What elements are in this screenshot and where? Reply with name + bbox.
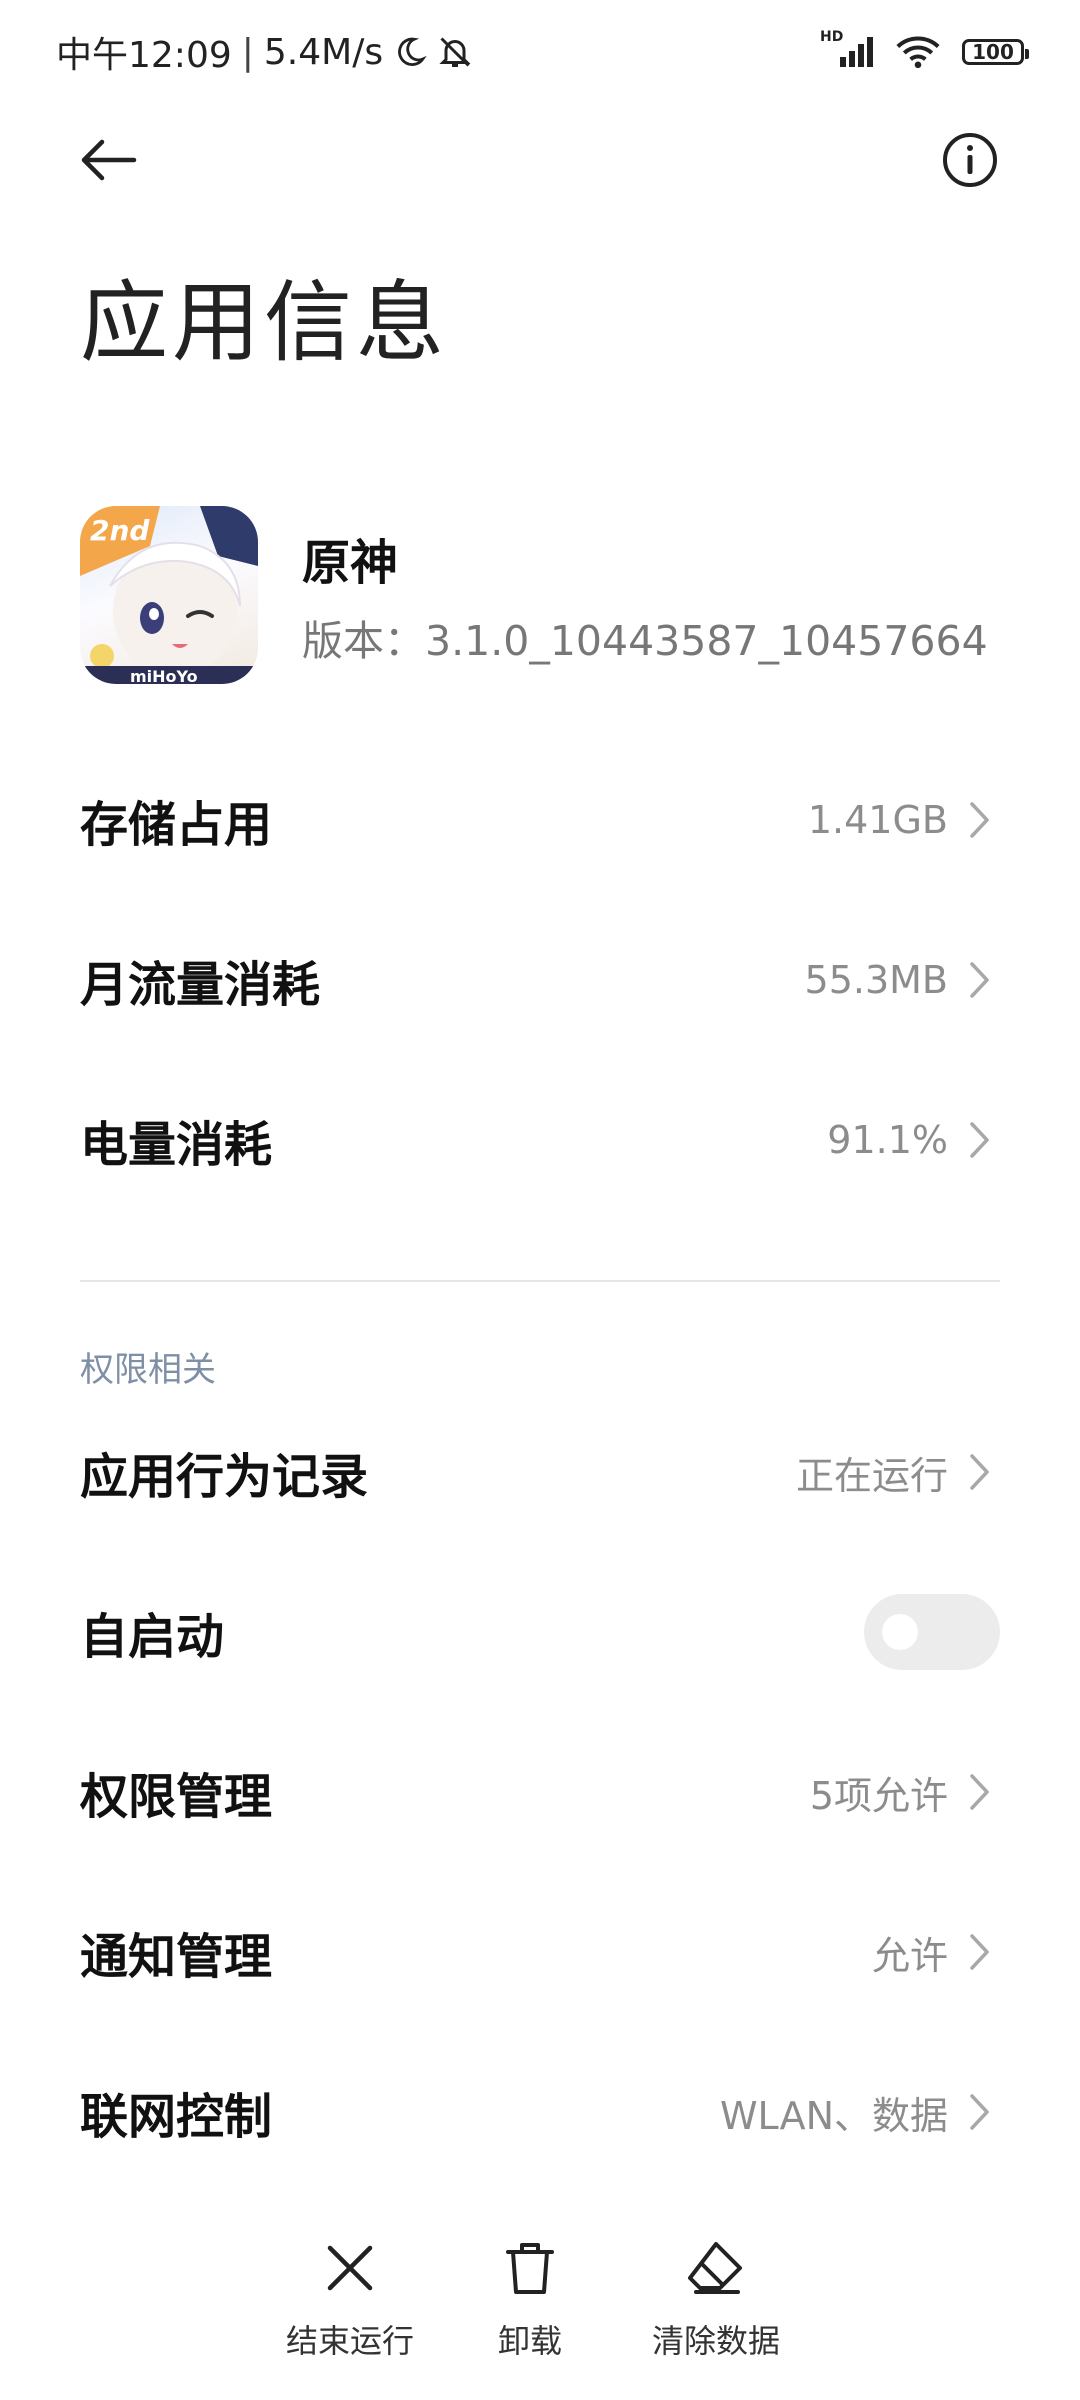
chevron-right-icon [960,801,1000,839]
battery-usage-row[interactable]: 电量消耗 91.1% [80,1060,1000,1220]
battery-usage-label: 电量消耗 [80,1117,273,1173]
eraser-icon [686,2230,746,2306]
status-left: 中午12:09 | 5.4M/s [56,26,473,78]
toggle-knob [882,1614,918,1650]
battery-usage-value: 91.1% [827,1118,948,1162]
notification-management-right: 允许 [872,1925,1000,1980]
moon-icon [393,35,427,69]
force-stop-button[interactable]: 结束运行 [250,2230,450,2370]
chevron-right-icon [960,1773,1000,1811]
back-arrow-icon [81,139,137,181]
app-icon-badge: 2nd [90,514,150,547]
battery-indicator: 100 [962,39,1029,65]
mute-bell-icon [437,34,473,70]
chevron-right-icon [960,961,1000,999]
app-icon-brand: miHoYo [130,667,198,684]
storage-row[interactable]: 存储占用 1.41GB [80,740,1000,900]
autostart-toggle[interactable] [864,1594,1000,1670]
app-name: 原神 [302,535,399,591]
network-control-right: WLAN、数据 [720,2085,1000,2140]
behavior-record-label: 应用行为记录 [80,1449,369,1505]
permission-management-label: 权限管理 [80,1769,273,1825]
clear-data-button[interactable]: 清除数据 [616,2230,816,2370]
wifi-icon [896,35,940,69]
chevron-right-icon [960,2093,1000,2131]
behavior-record-right: 正在运行 [796,1445,1000,1500]
battery-usage-right: 91.1% [827,1118,1000,1162]
uninstall-label: 卸载 [497,2322,562,2360]
info-icon [943,133,997,187]
signal-icon: HD [820,29,874,69]
status-bar: 中午12:09 | 5.4M/s HD 100 [0,0,1080,104]
back-button[interactable] [70,120,146,200]
chevron-right-icon [960,1453,1000,1491]
app-text: 原神 版本：3.1.0_10443587_10457664 [302,523,988,667]
trash-icon [504,2230,556,2306]
status-right: HD 100 [820,29,1029,69]
status-time: 中午12:09 [56,35,232,76]
data-usage-right: 55.3MB [805,958,1000,1002]
status-separator: | [241,31,254,73]
app-version: 版本：3.1.0_10443587_10457664 [302,617,988,665]
data-usage-value: 55.3MB [804,958,948,1002]
chevron-right-icon [960,1121,1000,1159]
permission-management-right: 5项允许 [810,1765,1000,1820]
behavior-record-value: 正在运行 [795,1453,948,1498]
notification-management-label: 通知管理 [80,1929,273,1985]
storage-value: 1.41GB [807,798,948,842]
top-nav [0,120,1080,200]
force-stop-label: 结束运行 [285,2322,414,2360]
network-control-row[interactable]: 联网控制 WLAN、数据 [80,2032,1000,2192]
network-badge: HD [820,29,844,45]
notification-management-row[interactable]: 通知管理 允许 [80,1872,1000,2032]
network-control-label: 联网控制 [80,2089,273,2145]
bottom-actions: 结束运行 卸载 清除数据 [0,2230,1080,2380]
autostart-row: 自启动 [80,1552,1000,1712]
info-button[interactable] [930,120,1010,200]
notification-management-value: 允许 [871,1933,948,1978]
storage-label: 存储占用 [80,797,273,853]
divider [80,1280,1000,1282]
app-icon: 2nd miHoYo [80,506,258,684]
chevron-right-icon [960,1933,1000,1971]
app-header: 2nd miHoYo 原神 版本：3.1.0_10443587_10457664 [80,500,1000,690]
uninstall-button[interactable]: 卸载 [430,2230,630,2370]
data-usage-row[interactable]: 月流量消耗 55.3MB [80,900,1000,1060]
storage-right: 1.41GB [808,798,1000,842]
data-usage-label: 月流量消耗 [80,957,321,1013]
network-control-value: WLAN、数据 [719,2093,948,2138]
permission-management-value: 5项允许 [809,1773,948,1818]
behavior-record-row[interactable]: 应用行为记录 正在运行 [80,1392,1000,1552]
status-speed: 5.4M/s [263,31,384,73]
close-icon [324,2230,376,2306]
page-title: 应用信息 [80,271,449,374]
clear-data-label: 清除数据 [651,2322,780,2360]
permission-management-row[interactable]: 权限管理 5项允许 [80,1712,1000,1872]
autostart-label: 自启动 [80,1609,225,1665]
permissions-section-header: 权限相关 [80,1350,216,1390]
